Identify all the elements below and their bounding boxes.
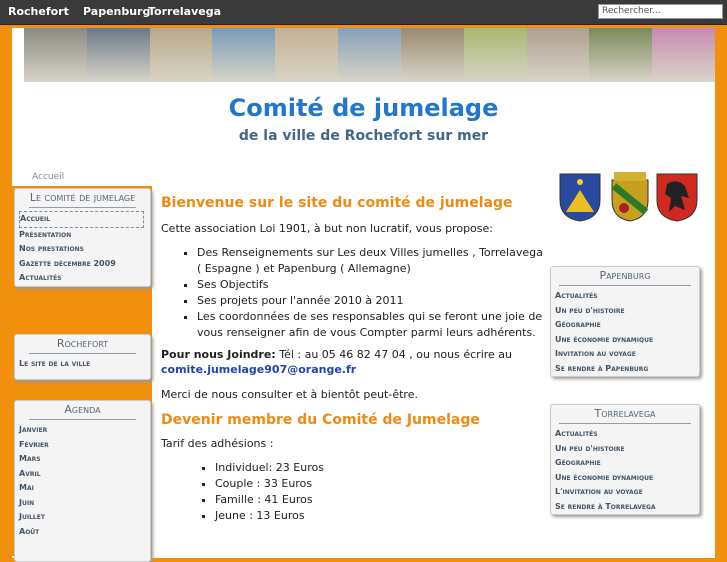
menu-box-title: Torrelavega bbox=[559, 405, 691, 424]
list-item: Couple : 33 Euros bbox=[215, 476, 545, 492]
banner-photo-segment bbox=[463, 28, 527, 82]
site-title: Comité de jumelage bbox=[228, 94, 499, 122]
menu-item-geographie[interactable]: Géographie bbox=[555, 318, 699, 333]
menu-box-comite: Le comité de jumelage Accueil Présentati… bbox=[14, 188, 151, 287]
banner-photo-segment bbox=[149, 28, 213, 82]
list-item: Les coordonnées de ses responsables qui … bbox=[197, 309, 545, 341]
site-subtitle: de la ville de Rochefort sur mer bbox=[238, 128, 489, 144]
menu-item-histoire[interactable]: Un peu d'histoire bbox=[555, 304, 699, 319]
menu-item-mars[interactable]: Mars bbox=[19, 452, 150, 467]
list-item: Des Renseignements sur Les deux Villes j… bbox=[197, 245, 545, 277]
header-banner-image bbox=[24, 28, 715, 82]
menu-item-se-rendre[interactable]: Se rendre à Torrelavega bbox=[555, 500, 699, 515]
tarif-text: Tarif des adhésions : bbox=[161, 437, 274, 450]
thanks-text: Merci de nous consulter et à bientôt peu… bbox=[161, 388, 418, 401]
menu-item-gazette[interactable]: Gazette décembre 2009 bbox=[19, 257, 150, 272]
list-item: Ses projets pour l'année 2010 à 2011 bbox=[197, 293, 545, 309]
nav-papenburg[interactable]: Papenburg bbox=[83, 5, 150, 18]
menu-box-agenda: Agenda Janvier Février Mars Avril Mai Ju… bbox=[14, 400, 151, 562]
menu-box-torrelavega: Torrelavega Actualités Un peu d'histoire… bbox=[550, 404, 700, 515]
menu-item-fevrier[interactable]: Février bbox=[19, 438, 150, 453]
email-link[interactable]: comite.jumelage907@orange.fr bbox=[161, 363, 356, 376]
banner-photo-segment bbox=[86, 28, 150, 82]
banner-photo-segment bbox=[589, 28, 653, 82]
list-item: Famille : 41 Euros bbox=[215, 492, 545, 508]
banner-photo-segment bbox=[275, 28, 339, 82]
menu-box-title: Rochefort bbox=[29, 335, 136, 354]
contact-paragraph: Pour nous Joindre: Tél : au 05 46 82 47 … bbox=[161, 347, 545, 377]
menu-item-site-ville[interactable]: Le site de la ville bbox=[19, 357, 150, 372]
torrelavega-crest-icon bbox=[611, 172, 649, 222]
menu-item-janvier[interactable]: Janvier bbox=[19, 423, 150, 438]
price-list: Individuel: 23 Euros Couple : 33 Euros F… bbox=[161, 460, 545, 524]
menu-item-aout[interactable]: Août bbox=[19, 525, 150, 540]
banner-photo-segment bbox=[526, 28, 590, 82]
banner-photo-segment bbox=[338, 28, 401, 82]
menu-item-economie[interactable]: Une économie dynamique bbox=[555, 333, 699, 348]
main-content: Bienvenue sur le site du comité de jumel… bbox=[161, 195, 545, 524]
membership-heading: Devenir membre du Comité de Jumelage bbox=[161, 412, 480, 428]
menu-item-invitation[interactable]: L'invitation au voyage bbox=[555, 485, 699, 500]
banner-photo-segment bbox=[400, 28, 464, 82]
menu-item-prestations[interactable]: Nos prestations bbox=[19, 242, 150, 257]
menu-item-presentation[interactable]: Présentation bbox=[19, 228, 150, 243]
search-input[interactable]: Rechercher... bbox=[598, 4, 723, 19]
menu-item-economie[interactable]: Une économie dynamique bbox=[555, 471, 699, 486]
offer-list: Des Renseignements sur Les deux Villes j… bbox=[161, 245, 545, 341]
menu-item-juin[interactable]: Juin bbox=[19, 496, 150, 511]
nav-torrelavega[interactable]: Torrelavega bbox=[148, 5, 221, 18]
menu-item-se-rendre[interactable]: Se rendre à Papenburg bbox=[555, 362, 699, 377]
menu-item-accueil[interactable]: Accueil bbox=[19, 211, 144, 228]
menu-item-actualites[interactable]: Actualités bbox=[555, 427, 699, 442]
banner-photo-segment bbox=[24, 28, 87, 82]
intro-text: Cette association Loi 1901, à but non lu… bbox=[161, 222, 493, 235]
menu-item-actualites[interactable]: Actualités bbox=[19, 271, 150, 286]
menu-item-juillet[interactable]: Juillet bbox=[19, 510, 150, 525]
menu-box-title: Agenda bbox=[29, 401, 136, 420]
menu-box-title: Le comité de jumelage bbox=[29, 189, 136, 208]
menu-box-papenburg: Papenburg Actualités Un peu d'histoire G… bbox=[550, 266, 700, 377]
menu-item-histoire[interactable]: Un peu d'histoire bbox=[555, 442, 699, 457]
menu-box-title: Papenburg bbox=[559, 267, 691, 286]
menu-item-avril[interactable]: Avril bbox=[19, 467, 150, 482]
menu-item-geographie[interactable]: Géographie bbox=[555, 456, 699, 471]
menu-box-rochefort: Rochefort Le site de la ville bbox=[14, 334, 151, 380]
list-item: Ses Objectifs bbox=[197, 277, 545, 293]
menu-item-invitation[interactable]: Invitation au voyage bbox=[555, 347, 699, 362]
welcome-heading: Bienvenue sur le site du comité de jumel… bbox=[161, 195, 513, 211]
nav-rochefort[interactable]: Rochefort bbox=[8, 5, 69, 18]
rochefort-crest-icon bbox=[559, 173, 601, 222]
breadcrumb[interactable]: Accueil bbox=[32, 172, 64, 182]
list-item: Jeune : 13 Euros bbox=[215, 508, 545, 524]
papenburg-crest-icon bbox=[656, 173, 698, 222]
menu-item-actualites[interactable]: Actualités bbox=[555, 289, 699, 304]
top-navbar: Rochefort Papenburg Torrelavega Recherch… bbox=[0, 0, 727, 25]
contact-label: Pour nous Joindre: bbox=[161, 348, 276, 361]
banner-photo-segment bbox=[652, 28, 715, 82]
menu-item-mai[interactable]: Mai bbox=[19, 481, 150, 496]
contact-text: Tél : au 05 46 82 47 04 , ou nous écrire… bbox=[275, 348, 513, 361]
list-item: Individuel: 23 Euros bbox=[215, 460, 545, 476]
banner-photo-segment bbox=[212, 28, 276, 82]
